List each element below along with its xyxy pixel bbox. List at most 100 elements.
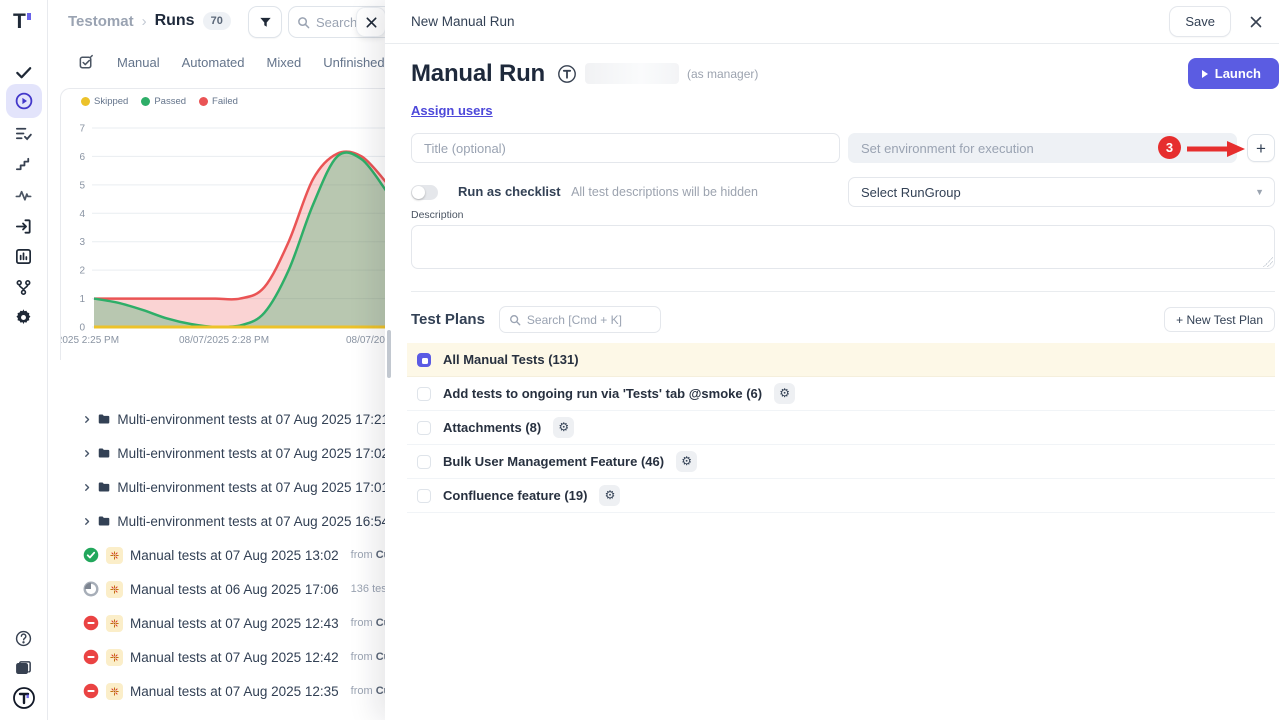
run-row[interactable]: Manual tests at 07 Aug 2025 12:42 from C… [60, 640, 389, 674]
breadcrumb-section[interactable]: Runs [155, 12, 195, 30]
docs-folder-icon[interactable] [6, 652, 42, 684]
chevron-right-icon[interactable] [83, 448, 91, 459]
legend-item: Passed [141, 96, 186, 107]
run-row[interactable]: Manual tests at 07 Aug 2025 13:02 from C… [60, 538, 389, 572]
scrollbar-thumb[interactable] [387, 330, 391, 378]
run-as-checklist-toggle[interactable] [411, 185, 438, 200]
pulse-activity-icon[interactable] [6, 179, 42, 211]
test-plan-checkbox[interactable] [417, 421, 431, 435]
run-status-icon [83, 547, 99, 563]
chevron-right-icon[interactable] [83, 414, 91, 425]
run-row[interactable]: Manual tests at 07 Aug 2025 12:35 from C… [60, 674, 389, 708]
test-plan-checkbox[interactable] [417, 387, 431, 401]
test-plans-list-icon[interactable] [6, 117, 42, 149]
test-plan-row[interactable]: Add tests to ongoing run via 'Tests' tab… [407, 377, 1275, 411]
legend-label: Skipped [94, 96, 128, 107]
run-group-row[interactable]: Multi-environment tests at 07 Aug 2025 1… [60, 402, 389, 436]
manual-run-icon [106, 547, 123, 564]
svg-text:0: 0 [79, 323, 85, 334]
runs-play-icon[interactable] [6, 84, 42, 118]
run-meta-light: from [351, 685, 373, 697]
svg-text:3: 3 [79, 237, 85, 248]
help-circle-icon[interactable] [6, 622, 42, 654]
test-plan-checkbox[interactable] [417, 353, 431, 367]
test-plans-list: All Manual Tests (131) Add tests to ongo… [407, 343, 1275, 513]
as-manager-label: (as manager) [687, 67, 758, 81]
folder-icon [98, 480, 110, 494]
legend-dot [81, 97, 90, 106]
tab-automated[interactable]: Automated [182, 55, 245, 70]
runs-chart-card: Skipped Passed Failed 01234567 08/07/202… [60, 88, 389, 360]
clear-search-button[interactable] [356, 7, 386, 37]
run-label: Multi-environment tests at 07 Aug 2025 1… [117, 514, 389, 529]
new-manual-run-panel: New Manual Run Save Manual Run (as manag… [385, 0, 1279, 720]
description-textarea[interactable] [411, 225, 1275, 269]
test-plan-checkbox[interactable] [417, 489, 431, 503]
tab-manual[interactable]: Manual [117, 55, 160, 70]
chart-x-axis: 08/07/2025 2:25 PM08/07/2025 2:28 PM08/0… [61, 335, 389, 349]
rungroup-select[interactable]: Select RunGroup ▼ [848, 177, 1275, 207]
test-plan-row[interactable]: Attachments (8) ⚙ [407, 411, 1275, 445]
breadcrumb-app[interactable]: Testomat [68, 13, 134, 30]
run-meta: from Custom [351, 685, 389, 697]
test-plan-label: All Manual Tests (131) [443, 352, 579, 367]
settings-gear-icon[interactable] [6, 301, 42, 333]
manual-run-icon [106, 581, 123, 598]
svg-text:5: 5 [79, 180, 85, 191]
test-plan-row[interactable]: Confluence feature (19) ⚙ [407, 479, 1275, 513]
import-icon[interactable] [6, 210, 42, 242]
run-group-row[interactable]: Multi-environment tests at 07 Aug 2025 1… [60, 470, 389, 504]
run-meta-light: from [351, 617, 373, 629]
svg-text:1: 1 [79, 294, 85, 305]
milestones-steps-icon[interactable] [6, 148, 42, 180]
chevron-right-icon[interactable] [83, 482, 91, 493]
add-environment-button[interactable]: + [1247, 134, 1275, 162]
test-plan-settings-button[interactable]: ⚙ [553, 417, 574, 438]
panel-header: New Manual Run Save [385, 0, 1279, 44]
funnel-icon [258, 15, 273, 30]
description-label: Description [411, 209, 1275, 221]
x-tick-label: 08/07/2025 2:30 PM [346, 335, 389, 346]
test-plan-settings-button[interactable]: ⚙ [774, 383, 795, 404]
test-plan-settings-button[interactable]: ⚙ [599, 485, 620, 506]
run-row[interactable]: Manual tests at 07 Aug 2025 12:43 from C… [60, 606, 389, 640]
run-label: Multi-environment tests at 07 Aug 2025 1… [117, 412, 389, 427]
analytics-bars-icon[interactable] [6, 240, 42, 272]
close-panel-button[interactable] [1249, 15, 1263, 29]
branches-icon[interactable] [6, 271, 42, 303]
select-runs-icon[interactable] [78, 54, 95, 71]
test-plans-search-input[interactable] [527, 313, 645, 327]
svg-text:7: 7 [79, 124, 85, 135]
test-plan-checkbox[interactable] [417, 455, 431, 469]
filter-button[interactable] [248, 6, 282, 38]
test-plan-row[interactable]: Bulk User Management Feature (46) ⚙ [407, 445, 1275, 479]
x-tick-label: 08/07/2025 2:25 PM [60, 335, 119, 346]
test-plan-row[interactable]: All Manual Tests (131) [407, 343, 1275, 377]
chevron-right-icon[interactable] [83, 516, 91, 527]
tab-unfinished[interactable]: Unfinished [323, 55, 384, 70]
run-label: Manual tests at 07 Aug 2025 12:42 [130, 650, 339, 665]
page-title: Manual Run [411, 60, 545, 88]
run-meta: from Custom [351, 549, 389, 561]
run-group-row[interactable]: Multi-environment tests at 07 Aug 2025 1… [60, 504, 389, 538]
test-plan-label: Attachments (8) [443, 420, 541, 435]
app-logo[interactable]: T [13, 10, 26, 34]
run-row[interactable]: Manual tests at 06 Aug 2025 17:06 136 te… [60, 572, 389, 606]
run-group-row[interactable]: Multi-environment tests at 07 Aug 2025 1… [60, 436, 389, 470]
new-test-plan-button[interactable]: + New Test Plan [1164, 307, 1275, 332]
launch-label: Launch [1215, 66, 1261, 81]
test-plans-search-box[interactable] [499, 306, 661, 333]
svg-text:4: 4 [79, 209, 85, 220]
assign-users-link[interactable]: Assign users [411, 103, 493, 118]
tutorial-arrow-icon [1187, 141, 1245, 157]
breadcrumb: Testomat › Runs 70 [68, 12, 231, 30]
resize-handle[interactable] [1263, 257, 1273, 267]
testomat-badge-icon [557, 64, 577, 84]
launch-button[interactable]: Launch [1188, 58, 1279, 89]
save-button[interactable]: Save [1169, 6, 1231, 37]
test-plan-settings-button[interactable]: ⚙ [676, 451, 697, 472]
title-input[interactable] [411, 133, 840, 163]
manual-run-icon [106, 615, 123, 632]
testomat-circle-logo-icon[interactable] [6, 682, 42, 714]
tab-mixed[interactable]: Mixed [267, 55, 302, 70]
